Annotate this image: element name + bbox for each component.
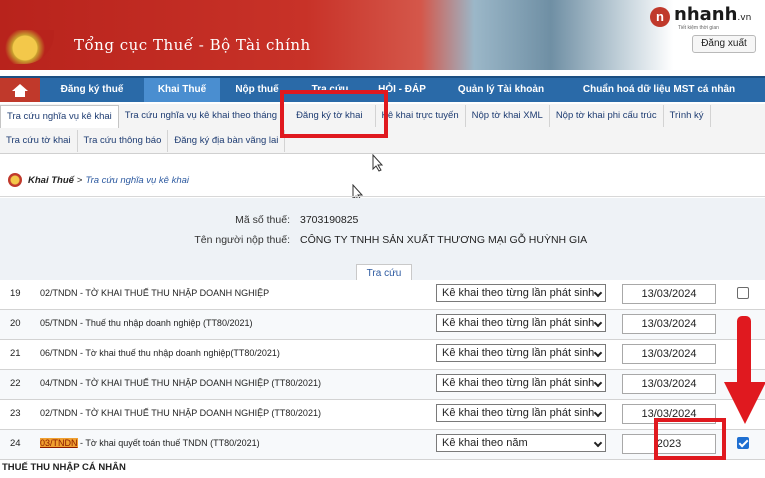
form-name: 03/TNDN - Tờ khai quyết toán thuế TNDN (… (40, 438, 260, 448)
nhanh-watermark-logo: n nhanh.vn Tiết kiệm thời gian (650, 4, 762, 32)
date-field[interactable]: 13/03/2024 (622, 314, 716, 334)
form-name: 02/TNDN - TỜ KHAI THUẾ THU NHẬP DOANH NG… (40, 288, 270, 298)
period-select[interactable]: Kê khai theo từng lần phát sinh (436, 284, 606, 302)
chevron-down-icon (593, 288, 603, 298)
row-number: 21 (10, 348, 21, 359)
sub-nav-row-2: Tra cứu tờ khai Tra cứu thông báo Đăng k… (0, 129, 286, 153)
taxpayer-name-label: Tên người nộp thuế: (194, 234, 290, 246)
logo-tld: .vn (737, 13, 752, 23)
table-row: 20 05/TNDN - Thuế thu nhập doanh nghiệp … (0, 310, 765, 340)
mst-label: Mã số thuế: (235, 214, 290, 226)
tab-nop-to-khai-xml[interactable]: Nộp tờ khai XML (466, 105, 550, 127)
period-select[interactable]: Kê khai theo từng lần phát sinh (436, 344, 606, 362)
form-code-highlight[interactable]: 03/TNDN (40, 438, 78, 448)
table-row: 23 02/TNDN - TỜ KHAI THUẾ THU NHẬP DOANH… (0, 400, 765, 430)
tab-tra-cuu-thong-bao[interactable]: Tra cứu thông báo (78, 130, 169, 152)
row-number: 23 (10, 408, 21, 419)
chevron-down-icon (593, 318, 603, 328)
period-select[interactable]: Kê khai theo năm (436, 434, 606, 452)
national-emblem-icon (0, 30, 54, 64)
date-field[interactable]: 13/03/2024 (622, 284, 716, 304)
form-name: 06/TNDN - Tờ khai thuế thu nhập doanh ng… (40, 348, 280, 358)
row-number: 20 (10, 318, 21, 329)
red-down-arrow-icon (724, 316, 765, 424)
row-number: 22 (10, 378, 21, 389)
home-button[interactable] (0, 78, 40, 102)
mst-value: 3703190825 (300, 214, 359, 226)
row-checkbox-checked[interactable] (737, 437, 749, 449)
nav-quan-ly-tai-khoan[interactable]: Quản lý Tài khoản (438, 78, 564, 102)
table-row: 22 04/TNDN - TỜ KHAI THUẾ THU NHẬP DOANH… (0, 370, 765, 400)
row-number: 24 (10, 438, 21, 449)
nav-khai-thue[interactable]: Khai Thuế (144, 78, 220, 102)
row-checkbox[interactable] (737, 287, 749, 299)
highlight-dang-ky-to-khai (280, 90, 388, 138)
logout-button[interactable]: Đăng xuất (692, 35, 756, 53)
tab-tra-cuu-theo-thang[interactable]: Tra cứu nghĩa vụ kê khai theo tháng (119, 105, 285, 127)
table-row: 24 03/TNDN - Tờ khai quyết toán thuế TND… (0, 430, 765, 460)
form-name: 02/TNDN - TỜ KHAI THUẾ THU NHẬP DOANH NG… (40, 408, 321, 418)
period-select[interactable]: Kê khai theo từng lần phát sinh (436, 404, 606, 422)
period-select[interactable]: Kê khai theo từng lần phát sinh (436, 314, 606, 332)
date-field[interactable]: 13/03/2024 (622, 374, 716, 394)
highlight-year-field (654, 418, 726, 460)
breadcrumb-separator: > (76, 174, 83, 186)
chevron-down-icon (593, 408, 603, 418)
chevron-down-icon (593, 378, 603, 388)
row-number: 19 (10, 288, 21, 299)
divider (0, 196, 765, 197)
tab-tra-cuu-to-khai[interactable]: Tra cứu tờ khai (0, 130, 78, 152)
breadcrumb-emblem-icon (8, 173, 22, 187)
table-row: 19 02/TNDN - TỜ KHAI THUẾ THU NHẬP DOANH… (0, 280, 765, 310)
breadcrumb: Khai Thuế > Tra cứu nghĩa vụ kê khai (8, 172, 189, 188)
site-title: Tổng cục Thuế - Bộ Tài chính (74, 36, 311, 54)
tab-dang-ky-dia-ban-vang-lai[interactable]: Đăng ký địa bàn vãng lai (168, 130, 286, 152)
section-title-tncn: THUẾ THU NHẬP CÁ NHÂN (2, 462, 126, 473)
breadcrumb-parent[interactable]: Khai Thuế (28, 175, 74, 186)
tab-tra-cuu-nghia-vu-ke-khai[interactable]: Tra cứu nghĩa vụ kê khai (0, 104, 119, 128)
mouse-cursor-icon (372, 154, 384, 172)
taxpayer-name-value: CÔNG TY TNHH SẢN XUẤT THƯƠNG MẠI GỖ HUỲN… (300, 234, 588, 246)
tab-trinh-ky[interactable]: Trình ký (664, 105, 711, 127)
form-name: 04/TNDN - TỜ KHAI THUẾ THU NHẬP DOANH NG… (40, 378, 321, 388)
chevron-down-icon (593, 348, 603, 358)
nhanh-logo-icon: n (650, 7, 670, 27)
nav-dang-ky-thue[interactable]: Đăng ký thuế (40, 78, 144, 102)
date-field[interactable]: 13/03/2024 (622, 344, 716, 364)
nav-chuan-hoa-mst[interactable]: Chuẩn hoá dữ liệu MST cá nhân (564, 78, 754, 102)
chevron-down-icon (593, 438, 603, 448)
logo-tagline: Tiết kiệm thời gian (678, 25, 719, 31)
table-row: 21 06/TNDN - Tờ khai thuế thu nhập doanh… (0, 340, 765, 370)
breadcrumb-current: Tra cứu nghĩa vụ kê khai (85, 174, 190, 186)
home-icon (12, 83, 28, 97)
tab-nop-to-khai-phi-cau-truc[interactable]: Nộp tờ khai phi cấu trúc (550, 105, 664, 127)
period-select[interactable]: Kê khai theo từng lần phát sinh (436, 374, 606, 392)
logo-brand: nhanh (674, 4, 738, 25)
tab-ke-khai-truc-tuyen[interactable]: Kê khai trực tuyến (376, 105, 466, 127)
form-name: 05/TNDN - Thuế thu nhập doanh nghiệp (TT… (40, 318, 253, 328)
